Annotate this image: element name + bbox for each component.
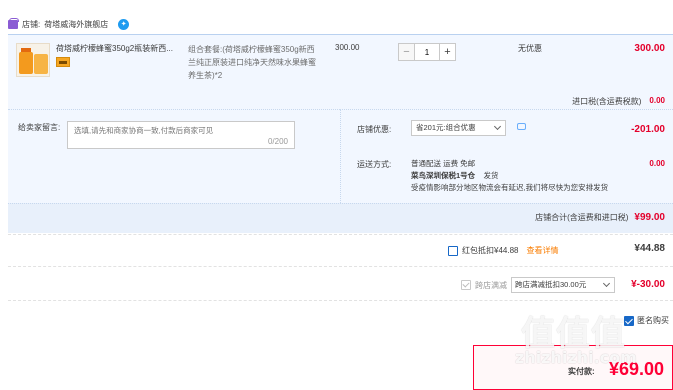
sku-info: 组合套餐:(荷塔威柠檬蜂蜜350g新西兰纯正原装进口纯净天然味水果蜂蜜养生茶)*… — [188, 45, 316, 80]
unit-price: 300.00 — [335, 43, 360, 52]
warehouse-name: 菜鸟深圳保税1号仓 — [411, 171, 476, 180]
shipping-warehouse-line: 菜鸟深圳保税1号仓 发货 — [411, 170, 608, 182]
seller-message-box: 0/200 — [67, 121, 295, 149]
anonymous-purchase-row: 匿名购买 — [624, 315, 669, 326]
shipping-notice: 受疫情影响部分地区物流会有延迟,我们将尽快为您安排发货 — [411, 183, 609, 192]
store-prefix: 店铺: — [22, 19, 41, 29]
anonymous-purchase-checkbox[interactable] — [624, 315, 634, 326]
cross-store-amount: ¥-30.00 — [631, 279, 665, 290]
shipping-info: 普通配送 运费 免邮 菜鸟深圳保税1号仓 发货 受疫情影响部分地区物流会有延迟,… — [411, 158, 608, 194]
payment-label: 实付款: — [568, 367, 595, 376]
cross-store-select[interactable]: 跨店满减抵扣30.00元 — [511, 277, 615, 293]
store-total-label: 店铺合计(含运费和进口税) — [535, 213, 629, 222]
quantity-stepper: − + — [398, 43, 456, 61]
shipping-method-line: 普通配送 运费 免邮 — [411, 159, 476, 168]
divider — [8, 266, 673, 267]
import-tax-label: 进口税(含运费税款) — [572, 97, 642, 106]
seller-message-label: 给卖家留言: — [18, 123, 61, 132]
order-block: 荷塔威柠檬蜂蜜350g2瓶装新西... 组合套餐:(荷塔威柠檬蜂蜜350g新西兰… — [8, 34, 673, 233]
shipping-label: 运送方式: — [357, 160, 392, 169]
qty-plus-button[interactable]: + — [439, 43, 456, 61]
item-discount-text: 无优惠 — [518, 44, 542, 53]
redpack-checkbox[interactable] — [448, 245, 458, 256]
redpack-row: 红包抵扣¥44.88 查看详情 — [448, 245, 558, 256]
store-coupon-select[interactable]: 省201元:组合优惠 — [411, 120, 506, 136]
store-total-bar: 店铺合计(含运费和进口税) ¥99.00 — [8, 203, 673, 233]
cross-store-label: 跨店满减 — [475, 280, 507, 290]
divider — [8, 300, 673, 301]
import-tax-row: 进口税(含运费税款) 0.00 — [572, 96, 665, 107]
product-title-link[interactable]: 荷塔威柠檬蜂蜜350g2瓶装新西... — [56, 43, 180, 54]
store-coupon-label: 店铺优惠: — [357, 125, 392, 134]
store-coupon-value: -201.00 — [631, 124, 665, 135]
product-thumbnail[interactable] — [16, 43, 50, 77]
anonymous-purchase-label: 匿名购买 — [637, 316, 669, 325]
thumb-jar — [34, 54, 48, 74]
payment-value: ¥69.00 — [608, 359, 664, 379]
store-options-area: 店铺优惠: 省201元:组合优惠 -201.00 运送方式: 普通配送 运费 免… — [340, 109, 673, 203]
import-tax-value: 0.00 — [649, 96, 665, 105]
ship-text: 发货 — [483, 171, 499, 180]
item-line-total: 300.00 — [634, 43, 665, 54]
store-total-value: ¥99.00 — [634, 212, 665, 223]
seller-message-area: 给卖家留言: 0/200 — [8, 109, 340, 203]
store-header: 店铺: 荷塔威海外旗舰店 ✦ — [8, 17, 130, 31]
cross-store-checkbox[interactable] — [461, 280, 471, 290]
divider — [8, 234, 673, 235]
promo-badge-icon — [56, 57, 70, 67]
thumb-jar — [19, 52, 33, 74]
cross-store-row: 跨店满减 跨店满减抵扣30.00元 — [461, 277, 615, 293]
store-icon — [8, 17, 19, 29]
store-total: 店铺合计(含运费和进口税) ¥99.00 — [535, 212, 665, 223]
store-name-link[interactable]: 荷塔威海外旗舰店 — [44, 19, 108, 30]
qty-input[interactable] — [415, 43, 439, 61]
redpack-amount: ¥44.88 — [634, 243, 665, 254]
item-row: 荷塔威柠檬蜂蜜350g2瓶装新西... 组合套餐:(荷塔威柠檬蜂蜜350g新西兰… — [8, 35, 673, 109]
payment-summary-box: 实付款: ¥69.00 — [473, 345, 673, 390]
wangwang-chat-icon[interactable]: ✦ — [118, 18, 130, 30]
message-char-counter: 0/200 — [267, 137, 288, 146]
comment-icon[interactable] — [517, 123, 526, 130]
qty-minus-button[interactable]: − — [398, 43, 415, 61]
seller-message-input[interactable] — [68, 122, 294, 148]
redpack-details-link[interactable]: 查看详情 — [526, 245, 558, 256]
redpack-label: 红包抵扣¥44.88 — [462, 246, 519, 255]
shipping-fee-value: 0.00 — [649, 159, 665, 168]
